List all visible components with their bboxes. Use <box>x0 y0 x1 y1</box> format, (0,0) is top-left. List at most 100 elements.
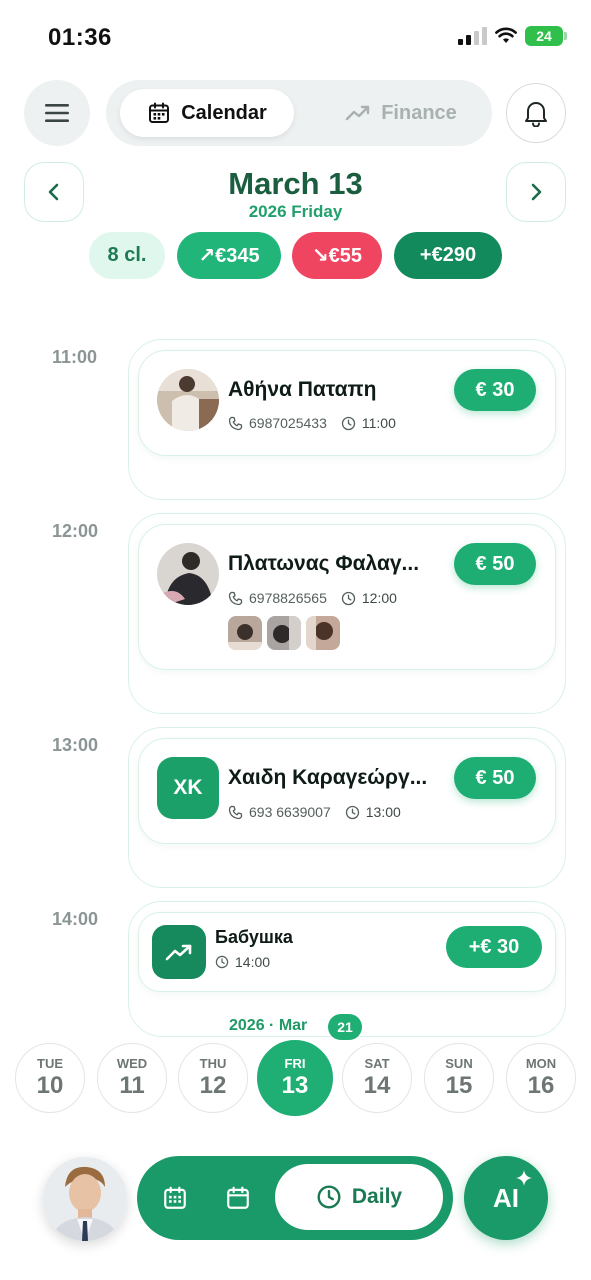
appointment-meta: 6987025433 11:00 <box>228 415 396 431</box>
finance-amount-badge[interactable]: +€ 30 <box>446 926 542 968</box>
date-title: March 13 <box>228 166 363 201</box>
day-number: 12 <box>199 1072 227 1099</box>
day-name: TUE <box>37 1056 63 1071</box>
previous-day-button[interactable] <box>24 162 84 222</box>
day-wed[interactable]: WED 11 <box>97 1043 167 1113</box>
day-number: 15 <box>445 1072 473 1099</box>
client-avatar <box>157 543 219 605</box>
day-number: 16 <box>527 1072 555 1099</box>
time-label: 12:00 <box>52 521 99 541</box>
day-name: THU <box>199 1056 227 1071</box>
day-number: 11 <box>119 1072 145 1099</box>
calendar-grid-icon <box>164 1186 186 1209</box>
appointment-time: 12:00 <box>361 590 397 606</box>
tab-finance-label: Finance <box>381 101 457 124</box>
clock-icon <box>317 1185 341 1209</box>
daily-label: Daily <box>351 1185 403 1208</box>
day-name: SAT <box>364 1056 390 1071</box>
view-switcher: Calendar Finance <box>106 80 492 146</box>
calendar-icon <box>149 102 170 123</box>
work-photo-thumbnail[interactable] <box>306 616 340 650</box>
work-photo-thumbnail[interactable] <box>267 616 301 650</box>
appointment-meta: 693 6639007 13:00 <box>228 804 401 820</box>
cellular-signal-icon <box>458 27 487 45</box>
battery-level: 24 <box>536 28 552 44</box>
time-label: 11:00 <box>52 347 98 367</box>
income-entry-icon <box>152 925 206 979</box>
week-view-button[interactable] <box>218 1178 258 1218</box>
client-phone[interactable]: 6987025433 <box>249 415 327 431</box>
client-phone[interactable]: 693 6639007 <box>249 804 331 820</box>
week-label: 2026 · Mar <box>229 1017 308 1034</box>
profile-avatar[interactable] <box>43 1157 127 1241</box>
clock-icon <box>215 955 229 969</box>
appointment-time: 13:00 <box>365 804 401 820</box>
ai-assistant-button[interactable]: AI <box>464 1156 548 1240</box>
day-mon[interactable]: MON 16 <box>506 1043 576 1113</box>
trend-up-icon <box>165 944 192 961</box>
status-time: 01:36 <box>48 24 112 51</box>
day-name: WED <box>116 1056 148 1071</box>
day-number: 13 <box>281 1072 309 1099</box>
appointment-meta: 6978826565 12:00 <box>228 590 397 606</box>
income-chip[interactable]: ↗€345 <box>177 232 281 279</box>
wifi-icon <box>495 27 517 43</box>
sparkle-icon <box>516 1170 532 1186</box>
day-number: 10 <box>36 1072 64 1099</box>
client-avatar <box>157 369 219 431</box>
ai-label: AI <box>493 1182 519 1213</box>
tab-calendar[interactable]: Calendar <box>120 89 294 137</box>
client-name: Αθήνα Παταπη <box>228 378 377 401</box>
clock-icon <box>345 805 360 820</box>
day-tue[interactable]: TUE 10 <box>15 1043 85 1113</box>
bottom-view-bar: Daily <box>137 1156 453 1240</box>
phone-icon <box>228 805 243 820</box>
day-fri-selected[interactable]: FRI 13 <box>257 1040 333 1116</box>
clock-icon <box>341 416 356 431</box>
notifications-button[interactable] <box>506 83 566 143</box>
trend-up-icon <box>346 105 370 121</box>
tab-finance[interactable]: Finance <box>326 89 476 137</box>
price-badge[interactable]: € 50 <box>454 543 536 585</box>
hamburger-icon <box>45 104 69 122</box>
day-sun[interactable]: SUN 15 <box>424 1043 494 1113</box>
day-name: SUN <box>445 1056 473 1071</box>
finance-entry-meta: 14:00 <box>215 954 270 970</box>
finance-entry-time: 14:00 <box>235 954 271 970</box>
status-bar: 01:36 24 <box>0 0 591 70</box>
chevron-right-icon <box>531 183 542 201</box>
phone-icon <box>228 416 243 431</box>
date-subtitle: 2026 Friday <box>248 202 343 221</box>
day-sat[interactable]: SAT 14 <box>342 1043 412 1113</box>
day-number: 14 <box>363 1072 391 1099</box>
calendar-icon <box>227 1186 249 1209</box>
client-initials-avatar: XK <box>157 757 219 819</box>
next-day-button[interactable] <box>506 162 566 222</box>
tab-calendar-label: Calendar <box>181 101 267 124</box>
client-name: Χαιδη Καραγεώργ... <box>228 766 428 789</box>
menu-button[interactable] <box>24 80 90 146</box>
day-thu[interactable]: THU 12 <box>178 1043 248 1113</box>
status-icons: 24 <box>458 26 567 46</box>
day-name: MON <box>525 1056 557 1071</box>
clients-count-chip[interactable]: 8 cl. <box>89 232 165 279</box>
appointment-time: 11:00 <box>361 415 396 431</box>
battery-icon: 24 <box>525 26 567 46</box>
price-badge[interactable]: € 30 <box>454 369 536 411</box>
time-label: 13:00 <box>52 735 99 755</box>
bell-icon <box>525 102 547 127</box>
day-name: FRI <box>284 1056 306 1071</box>
client-name: Πλατωνας Φαλαγ... <box>228 552 420 575</box>
daily-view-button[interactable]: Daily <box>275 1164 443 1230</box>
price-badge[interactable]: € 50 <box>454 757 536 799</box>
finance-entry-name: Бабушка <box>215 927 293 947</box>
time-label: 14:00 <box>52 909 99 929</box>
client-phone[interactable]: 6978826565 <box>249 590 327 606</box>
expense-chip[interactable]: ↘€55 <box>292 232 382 279</box>
week-number-badge: 21 <box>328 1014 362 1040</box>
phone-icon <box>228 591 243 606</box>
work-photo-thumbnail[interactable] <box>228 616 262 650</box>
chevron-left-icon <box>48 183 59 201</box>
month-view-button[interactable] <box>155 1178 195 1218</box>
net-total-chip[interactable]: +€290 <box>394 232 502 279</box>
